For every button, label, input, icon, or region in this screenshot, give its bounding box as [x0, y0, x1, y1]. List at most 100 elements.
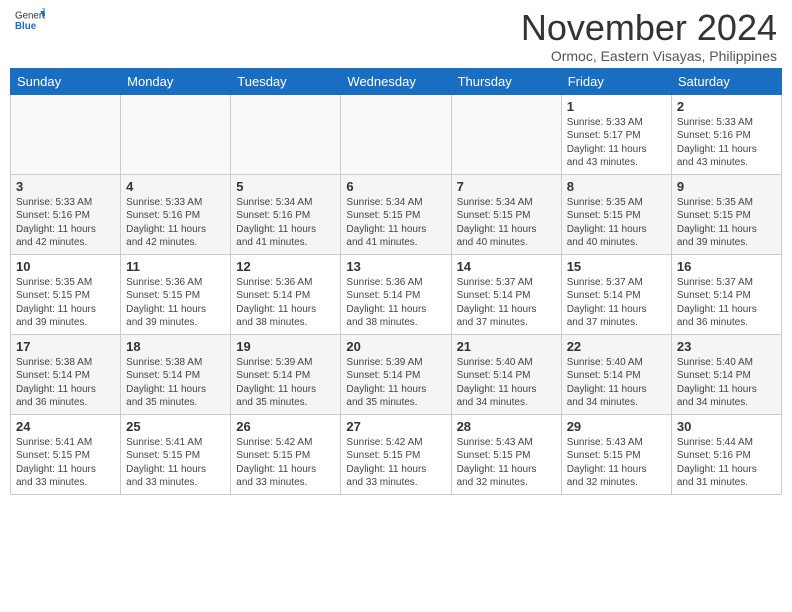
day-number: 11	[126, 259, 225, 274]
month-title: November 2024	[521, 8, 777, 48]
day-info: Sunrise: 5:41 AM Sunset: 5:15 PM Dayligh…	[16, 436, 115, 490]
day-info: Sunrise: 5:40 AM Sunset: 5:14 PM Dayligh…	[677, 356, 776, 410]
calendar-cell	[231, 94, 341, 174]
day-number: 2	[677, 99, 776, 114]
calendar-cell	[341, 94, 451, 174]
calendar-cell: 28 Sunrise: 5:43 AM Sunset: 5:15 PM Dayli…	[451, 414, 561, 494]
day-info: Sunrise: 5:33 AM Sunset: 5:17 PM Dayligh…	[567, 116, 666, 170]
calendar-header-wednesday: Wednesday	[341, 68, 451, 94]
calendar-cell: 8 Sunrise: 5:35 AM Sunset: 5:15 PM Daylig…	[561, 174, 671, 254]
calendar-week-row: 1 Sunrise: 5:33 AM Sunset: 5:17 PM Daylig…	[11, 94, 782, 174]
calendar-cell	[11, 94, 121, 174]
calendar-wrapper: SundayMondayTuesdayWednesdayThursdayFrid…	[0, 68, 792, 505]
day-info: Sunrise: 5:36 AM Sunset: 5:15 PM Dayligh…	[126, 276, 225, 330]
day-number: 17	[16, 339, 115, 354]
day-number: 21	[457, 339, 556, 354]
day-number: 5	[236, 179, 335, 194]
calendar-cell: 21 Sunrise: 5:40 AM Sunset: 5:14 PM Dayli…	[451, 334, 561, 414]
day-info: Sunrise: 5:34 AM Sunset: 5:16 PM Dayligh…	[236, 196, 335, 250]
calendar-cell: 7 Sunrise: 5:34 AM Sunset: 5:15 PM Daylig…	[451, 174, 561, 254]
calendar-header-sunday: Sunday	[11, 68, 121, 94]
day-info: Sunrise: 5:39 AM Sunset: 5:14 PM Dayligh…	[236, 356, 335, 410]
calendar-cell: 4Sunrise: 5:33 AM Sunset: 5:16 PM Daylig…	[121, 174, 231, 254]
logo-icon: General Blue	[15, 8, 45, 32]
day-number: 9	[677, 179, 776, 194]
calendar-header-monday: Monday	[121, 68, 231, 94]
calendar-cell: 1 Sunrise: 5:33 AM Sunset: 5:17 PM Daylig…	[561, 94, 671, 174]
calendar-cell: 26Sunrise: 5:42 AM Sunset: 5:15 PM Dayli…	[231, 414, 341, 494]
calendar-header-tuesday: Tuesday	[231, 68, 341, 94]
day-number: 18	[126, 339, 225, 354]
calendar-cell: 25 Sunrise: 5:41 AM Sunset: 5:15 PM Dayli…	[121, 414, 231, 494]
day-info: Sunrise: 5:36 AM Sunset: 5:14 PM Dayligh…	[346, 276, 445, 330]
svg-text:Blue: Blue	[15, 21, 37, 32]
day-info: Sunrise: 5:35 AM Sunset: 5:15 PM Dayligh…	[567, 196, 666, 250]
day-number: 30	[677, 419, 776, 434]
day-info: Sunrise: 5:36 AM Sunset: 5:14 PM Dayligh…	[236, 276, 335, 330]
day-number: 10	[16, 259, 115, 274]
day-info: Sunrise: 5:42 AM Sunset: 5:15 PM Dayligh…	[346, 436, 445, 490]
day-info: Sunrise: 5:34 AM Sunset: 5:15 PM Dayligh…	[346, 196, 445, 250]
day-number: 8	[567, 179, 666, 194]
title-block: November 2024 Ormoc, Eastern Visayas, Ph…	[521, 8, 777, 64]
day-info: Sunrise: 5:33 AM Sunset: 5:16 PM Dayligh…	[126, 196, 225, 250]
calendar-cell: 13 Sunrise: 5:36 AM Sunset: 5:14 PM Dayli…	[341, 254, 451, 334]
day-info: Sunrise: 5:37 AM Sunset: 5:14 PM Dayligh…	[457, 276, 556, 330]
calendar-cell: 10 Sunrise: 5:35 AM Sunset: 5:15 PM Dayli…	[11, 254, 121, 334]
day-number: 6	[346, 179, 445, 194]
day-number: 29	[567, 419, 666, 434]
day-number: 22	[567, 339, 666, 354]
day-info: Sunrise: 5:40 AM Sunset: 5:14 PM Dayligh…	[457, 356, 556, 410]
calendar-cell: 22Sunrise: 5:40 AM Sunset: 5:14 PM Dayli…	[561, 334, 671, 414]
location-subtitle: Ormoc, Eastern Visayas, Philippines	[521, 48, 777, 64]
day-info: Sunrise: 5:35 AM Sunset: 5:15 PM Dayligh…	[16, 276, 115, 330]
day-info: Sunrise: 5:37 AM Sunset: 5:14 PM Dayligh…	[567, 276, 666, 330]
calendar-cell: 30 Sunrise: 5:44 AM Sunset: 5:16 PM Dayli…	[671, 414, 781, 494]
calendar-cell: 6 Sunrise: 5:34 AM Sunset: 5:15 PM Daylig…	[341, 174, 451, 254]
day-info: Sunrise: 5:37 AM Sunset: 5:14 PM Dayligh…	[677, 276, 776, 330]
day-number: 13	[346, 259, 445, 274]
logo: General Blue	[15, 8, 45, 32]
calendar-cell: 5 Sunrise: 5:34 AM Sunset: 5:16 PM Daylig…	[231, 174, 341, 254]
day-number: 16	[677, 259, 776, 274]
day-number: 12	[236, 259, 335, 274]
day-number: 3	[16, 179, 115, 194]
day-number: 27	[346, 419, 445, 434]
day-number: 23	[677, 339, 776, 354]
day-number: 25	[126, 419, 225, 434]
day-info: Sunrise: 5:33 AM Sunset: 5:16 PM Dayligh…	[677, 116, 776, 170]
day-info: Sunrise: 5:38 AM Sunset: 5:14 PM Dayligh…	[16, 356, 115, 410]
calendar-cell: 12 Sunrise: 5:36 AM Sunset: 5:14 PM Dayli…	[231, 254, 341, 334]
day-info: Sunrise: 5:38 AM Sunset: 5:14 PM Dayligh…	[126, 356, 225, 410]
svg-text:General: General	[15, 11, 45, 22]
calendar-cell: 14Sunrise: 5:37 AM Sunset: 5:14 PM Dayli…	[451, 254, 561, 334]
page-header: General Blue November 2024 Ormoc, Easter…	[0, 0, 792, 68]
day-number: 15	[567, 259, 666, 274]
calendar-week-row: 10 Sunrise: 5:35 AM Sunset: 5:15 PM Dayli…	[11, 254, 782, 334]
calendar-header-friday: Friday	[561, 68, 671, 94]
calendar-cell: 3 Sunrise: 5:33 AM Sunset: 5:16 PM Daylig…	[11, 174, 121, 254]
day-info: Sunrise: 5:43 AM Sunset: 5:15 PM Dayligh…	[567, 436, 666, 490]
day-number: 1	[567, 99, 666, 114]
day-info: Sunrise: 5:44 AM Sunset: 5:16 PM Dayligh…	[677, 436, 776, 490]
calendar-cell: 11 Sunrise: 5:36 AM Sunset: 5:15 PM Dayli…	[121, 254, 231, 334]
calendar-cell	[451, 94, 561, 174]
calendar-cell: 23 Sunrise: 5:40 AM Sunset: 5:14 PM Dayli…	[671, 334, 781, 414]
calendar-table: SundayMondayTuesdayWednesdayThursdayFrid…	[10, 68, 782, 495]
day-number: 24	[16, 419, 115, 434]
calendar-cell: 15 Sunrise: 5:37 AM Sunset: 5:14 PM Dayli…	[561, 254, 671, 334]
day-info: Sunrise: 5:41 AM Sunset: 5:15 PM Dayligh…	[126, 436, 225, 490]
day-info: Sunrise: 5:33 AM Sunset: 5:16 PM Dayligh…	[16, 196, 115, 250]
calendar-cell: 20Sunrise: 5:39 AM Sunset: 5:14 PM Dayli…	[341, 334, 451, 414]
day-number: 7	[457, 179, 556, 194]
day-number: 28	[457, 419, 556, 434]
day-number: 19	[236, 339, 335, 354]
day-info: Sunrise: 5:35 AM Sunset: 5:15 PM Dayligh…	[677, 196, 776, 250]
day-info: Sunrise: 5:34 AM Sunset: 5:15 PM Dayligh…	[457, 196, 556, 250]
calendar-cell: 27 Sunrise: 5:42 AM Sunset: 5:15 PM Dayli…	[341, 414, 451, 494]
calendar-cell: 24 Sunrise: 5:41 AM Sunset: 5:15 PM Dayli…	[11, 414, 121, 494]
calendar-week-row: 24 Sunrise: 5:41 AM Sunset: 5:15 PM Dayli…	[11, 414, 782, 494]
calendar-cell: 29 Sunrise: 5:43 AM Sunset: 5:15 PM Dayli…	[561, 414, 671, 494]
calendar-cell	[121, 94, 231, 174]
day-info: Sunrise: 5:43 AM Sunset: 5:15 PM Dayligh…	[457, 436, 556, 490]
